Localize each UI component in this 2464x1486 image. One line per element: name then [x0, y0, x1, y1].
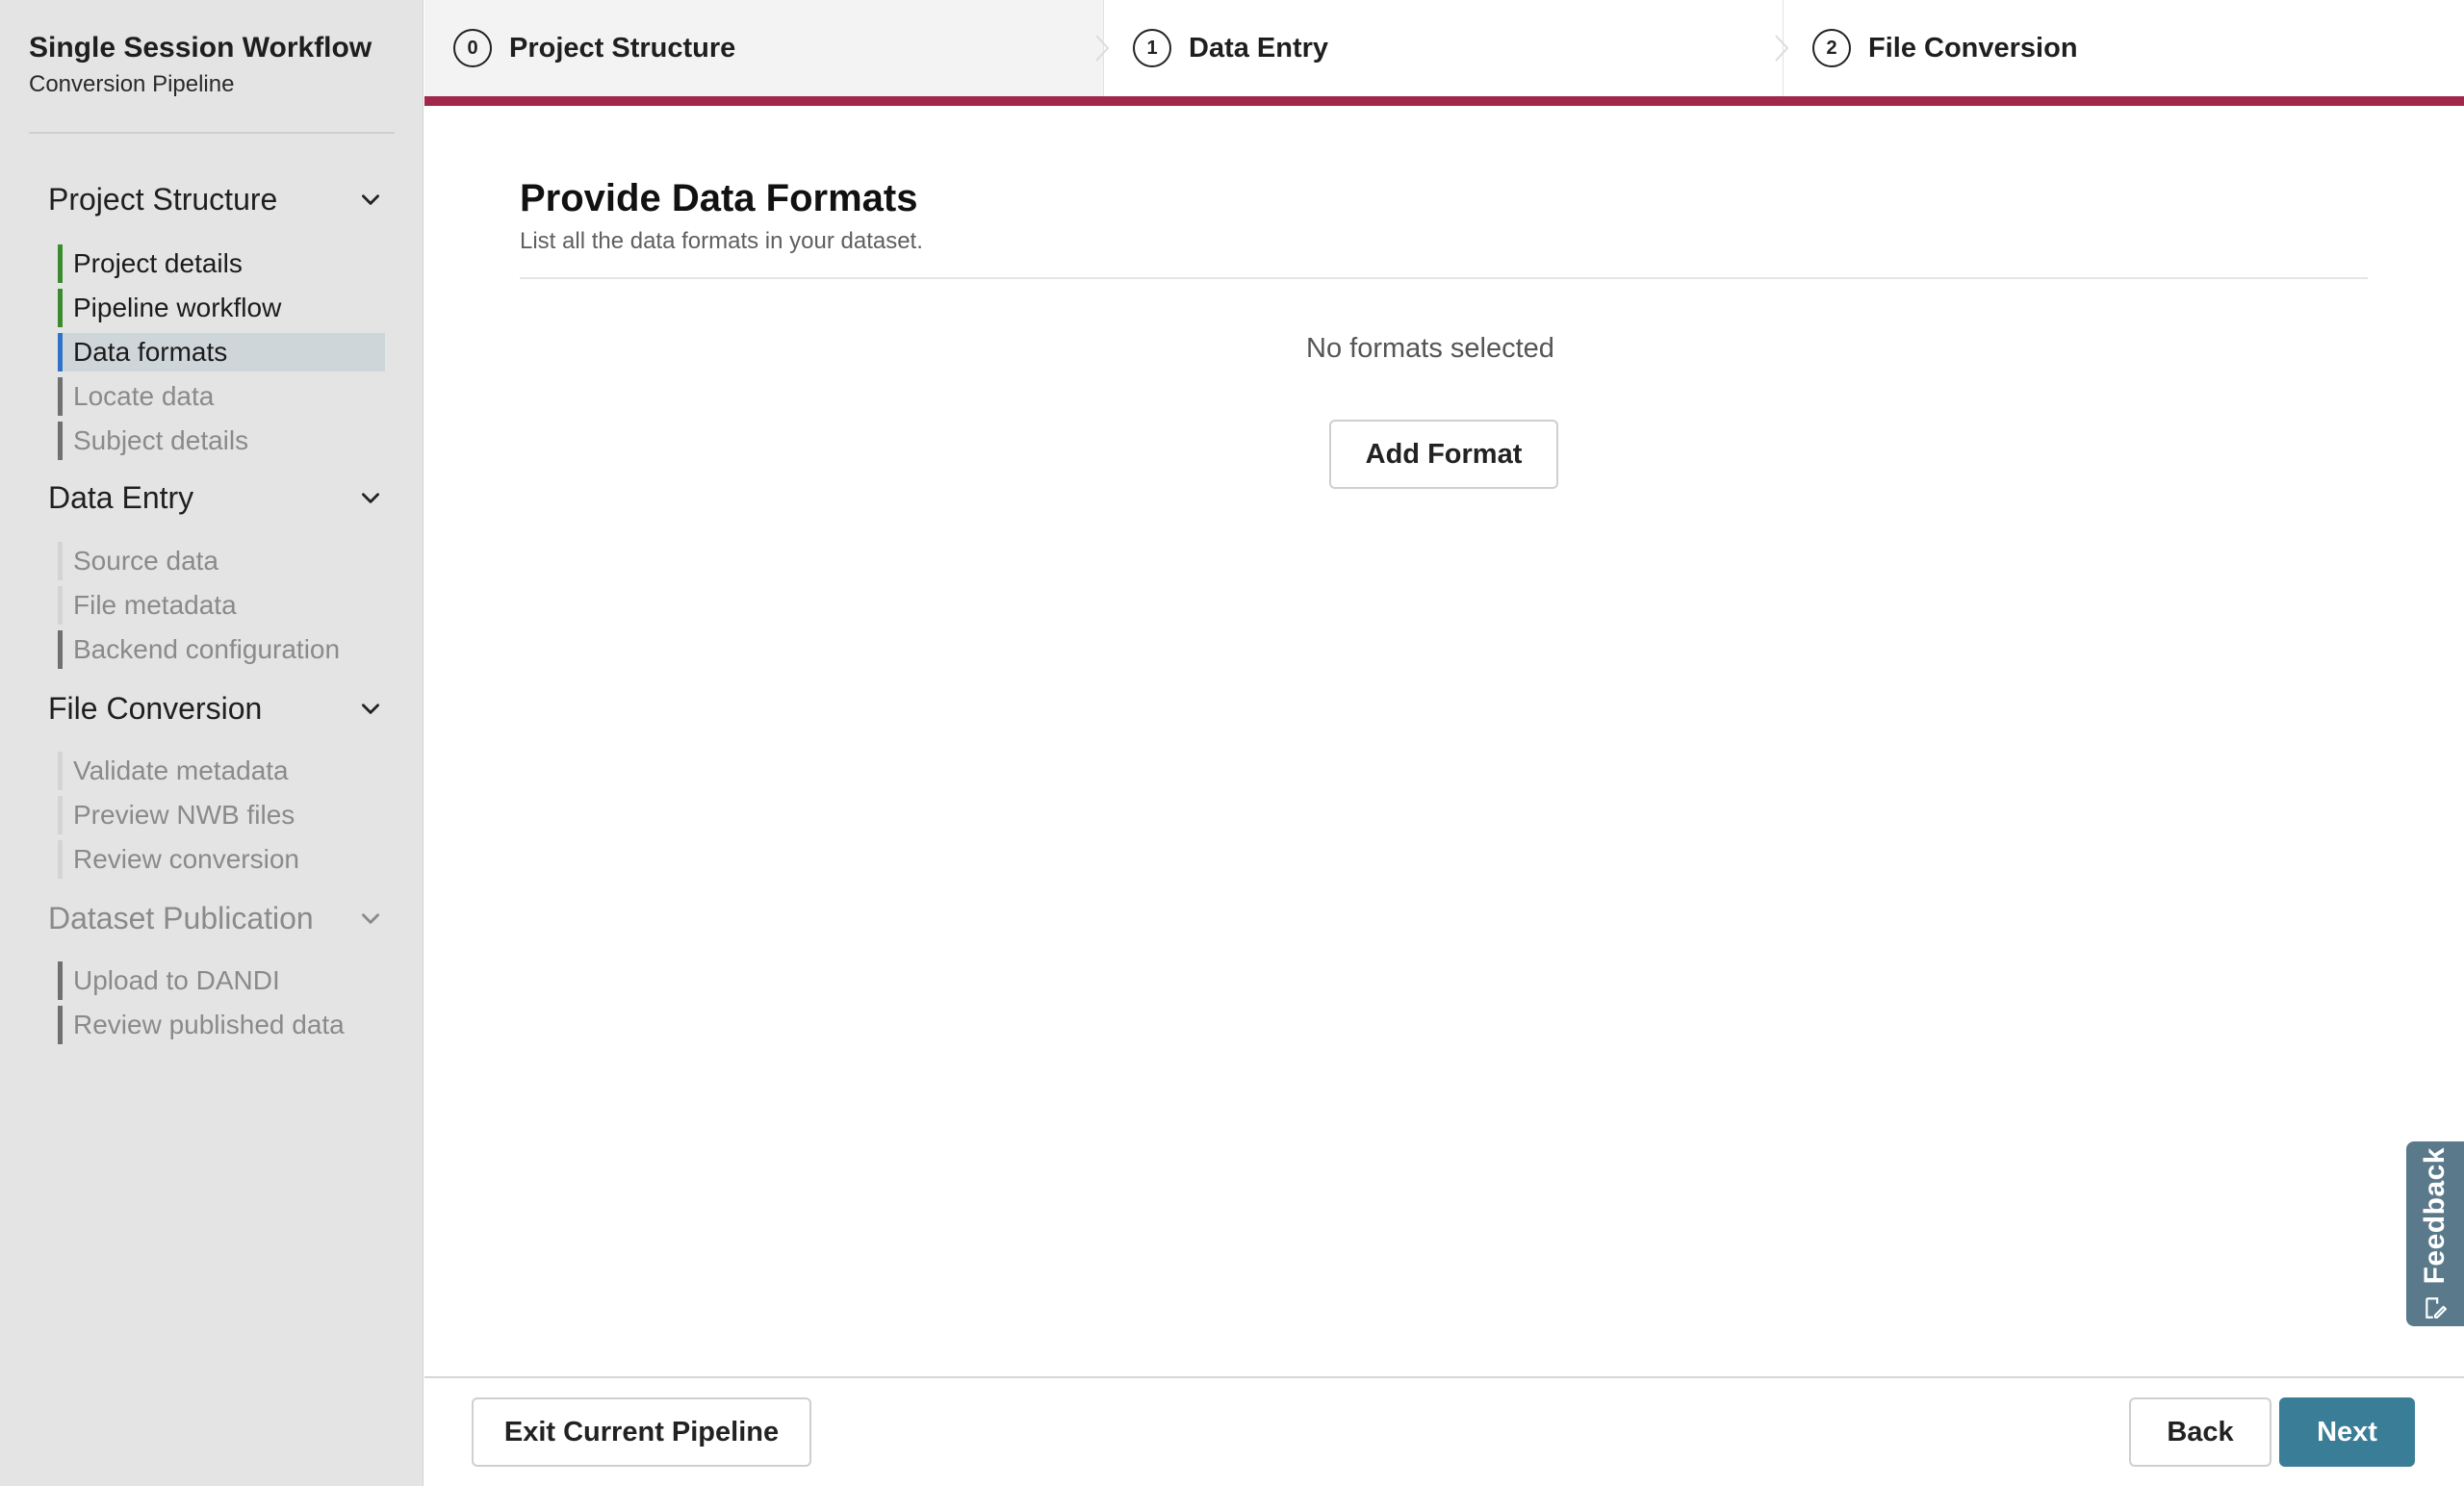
- chevron-down-icon: [356, 694, 385, 723]
- section-title: Data Entry: [48, 479, 194, 515]
- sidebar-item-data-formats[interactable]: Data formats: [58, 333, 385, 372]
- step-number-badge: 1: [1133, 29, 1171, 67]
- step-number-badge: 2: [1812, 29, 1851, 67]
- sidebar-item-subject-details[interactable]: Subject details: [58, 422, 385, 460]
- main-content: Provide Data Formats List all the data f…: [520, 171, 2368, 258]
- sidebar-item-locate-data[interactable]: Locate data: [58, 377, 385, 416]
- tab-data-entry[interactable]: 1 Data Entry: [1104, 0, 1789, 96]
- add-format-button[interactable]: Add Format: [1329, 420, 1558, 489]
- tab-file-conversion[interactable]: 2 File Conversion: [1784, 0, 2464, 96]
- feedback-tab[interactable]: Feedback: [2406, 1141, 2464, 1326]
- edit-icon: [2426, 1297, 2447, 1319]
- exit-pipeline-button[interactable]: Exit Current Pipeline: [472, 1397, 811, 1467]
- step-label: Data Entry: [1189, 32, 1329, 64]
- chevron-right-icon: [1095, 35, 1110, 62]
- page-title: Provide Data Formats: [520, 177, 918, 219]
- footer-divider: [424, 1376, 2464, 1378]
- section-file-conversion[interactable]: File Conversion: [48, 687, 385, 730]
- section-title: Project Structure: [48, 181, 278, 217]
- app-window: Single Session Workflow Conversion Pipel…: [0, 0, 2464, 1486]
- section-dataset-publication[interactable]: Dataset Publication: [48, 897, 385, 939]
- sidebar-item-file-metadata[interactable]: File metadata: [58, 586, 385, 625]
- sidebar-item-backend-configuration[interactable]: Backend configuration: [58, 630, 385, 669]
- chevron-down-icon: [356, 904, 385, 933]
- section-title: File Conversion: [48, 690, 263, 726]
- sidebar-item-preview-nwb-files[interactable]: Preview NWB files: [58, 796, 385, 834]
- sidebar-item-review-published-data[interactable]: Review published data: [58, 1006, 385, 1044]
- progress-bar: [424, 96, 2464, 106]
- section-title: Dataset Publication: [48, 900, 314, 935]
- tab-project-structure[interactable]: 0 Project Structure: [424, 0, 1110, 96]
- section-project-structure[interactable]: Project Structure: [48, 178, 385, 220]
- chevron-down-icon: [356, 185, 385, 214]
- step-number-badge: 0: [453, 29, 492, 67]
- sidebar-divider: [29, 132, 395, 134]
- content-divider: [520, 277, 2368, 279]
- sidebar-header: Single Session Workflow Conversion Pipel…: [29, 29, 395, 102]
- step-label: File Conversion: [1868, 32, 2078, 64]
- sidebar-item-project-details[interactable]: Project details: [58, 244, 385, 283]
- sidebar-item-review-conversion[interactable]: Review conversion: [58, 840, 385, 879]
- next-button[interactable]: Next: [2279, 1397, 2415, 1467]
- empty-state-message: No formats selected: [1306, 333, 1554, 364]
- section-data-entry[interactable]: Data Entry: [48, 476, 385, 519]
- sidebar-item-pipeline-workflow[interactable]: Pipeline workflow: [58, 289, 385, 327]
- sidebar-item-upload-to-dandi[interactable]: Upload to DANDI: [58, 961, 385, 1000]
- app-subtitle: Conversion Pipeline: [29, 71, 235, 97]
- sidebar-item-source-data[interactable]: Source data: [58, 542, 385, 580]
- feedback-label: Feedback: [2419, 1146, 2451, 1285]
- chevron-right-icon: [1775, 35, 1789, 62]
- step-tabs: 0 Project Structure 1 Data Entry 2 File …: [424, 0, 2464, 98]
- chevron-down-icon: [356, 483, 385, 512]
- sidebar: Single Session Workflow Conversion Pipel…: [0, 0, 424, 1486]
- sidebar-item-validate-metadata[interactable]: Validate metadata: [58, 752, 385, 790]
- back-button[interactable]: Back: [2129, 1397, 2272, 1467]
- step-label: Project Structure: [509, 32, 736, 64]
- app-title: Single Session Workflow: [29, 32, 372, 64]
- page-description: List all the data formats in your datase…: [520, 228, 923, 254]
